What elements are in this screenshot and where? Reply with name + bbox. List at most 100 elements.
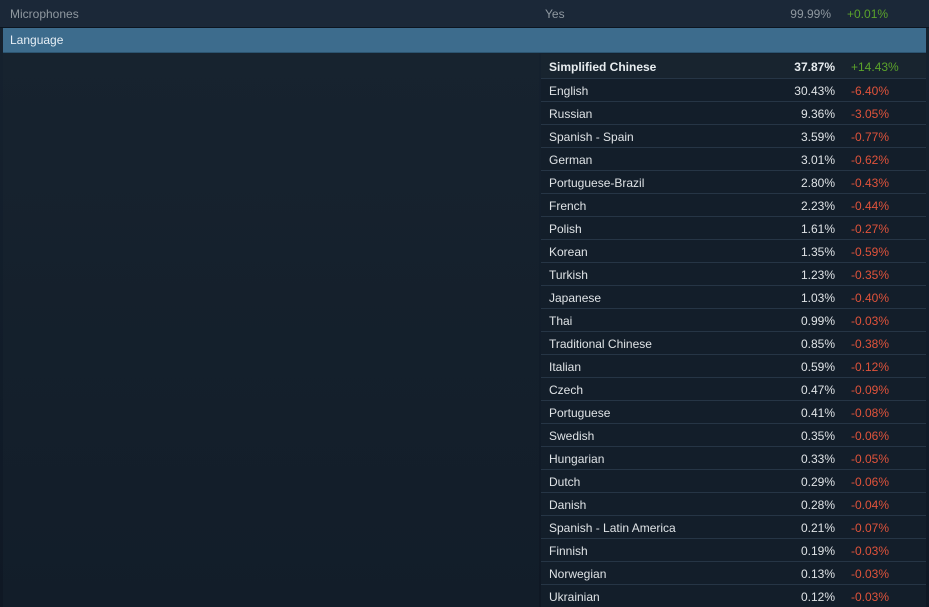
language-change: -0.77% bbox=[851, 130, 890, 144]
language-name: Portuguese-Brazil bbox=[549, 176, 645, 190]
language-name: Hungarian bbox=[549, 452, 605, 466]
language-percent: 0.85% bbox=[800, 337, 835, 351]
language-percent: 1.23% bbox=[800, 268, 835, 282]
microphones-row: Microphones Yes 99.99% +0.01% bbox=[0, 0, 929, 28]
table-row: Thai 0.99% -0.03% bbox=[541, 309, 926, 332]
language-change: -3.05% bbox=[851, 107, 890, 121]
table-row: Traditional Chinese 0.85% -0.38% bbox=[541, 332, 926, 355]
language-name: Spanish - Spain bbox=[549, 130, 634, 144]
language-percent: 0.12% bbox=[800, 590, 835, 604]
language-change: -0.03% bbox=[851, 567, 890, 581]
language-name: Thai bbox=[549, 314, 573, 328]
language-percent: 0.35% bbox=[800, 429, 835, 443]
table-row: Portuguese 0.41% -0.08% bbox=[541, 401, 926, 424]
language-name: Danish bbox=[549, 498, 587, 512]
language-name: Dutch bbox=[549, 475, 581, 489]
table-row: Danish 0.28% -0.04% bbox=[541, 493, 926, 516]
language-change: -0.05% bbox=[851, 452, 890, 466]
language-change: -0.43% bbox=[851, 176, 890, 190]
language-change: -0.12% bbox=[851, 360, 890, 374]
row-change: +0.01% bbox=[847, 7, 889, 21]
language-change: -0.08% bbox=[851, 406, 890, 420]
language-percent: 0.13% bbox=[800, 567, 835, 581]
language-percent: 0.29% bbox=[800, 475, 835, 489]
table-row: Swedish 0.35% -0.06% bbox=[541, 424, 926, 447]
language-change: -0.27% bbox=[851, 222, 890, 236]
table-row: Korean 1.35% -0.59% bbox=[541, 240, 926, 263]
language-name: Italian bbox=[549, 360, 582, 374]
language-change: -0.06% bbox=[851, 429, 890, 443]
language-percent: 37.87% bbox=[794, 60, 835, 74]
table-row: Czech 0.47% -0.09% bbox=[541, 378, 926, 401]
language-change: -0.04% bbox=[851, 498, 890, 512]
language-change: +14.43% bbox=[851, 60, 899, 74]
language-percent: 1.61% bbox=[800, 222, 835, 236]
table-row: German 3.01% -0.62% bbox=[541, 148, 926, 171]
language-percent: 0.59% bbox=[800, 360, 835, 374]
language-percent: 3.59% bbox=[800, 130, 835, 144]
language-percent: 0.19% bbox=[800, 544, 835, 558]
table-row: Russian 9.36% -3.05% bbox=[541, 102, 926, 125]
language-percent: 1.03% bbox=[800, 291, 835, 305]
language-change: -0.35% bbox=[851, 268, 890, 282]
language-change: -0.44% bbox=[851, 199, 890, 213]
language-name: Turkish bbox=[549, 268, 588, 282]
language-name: German bbox=[549, 153, 593, 167]
language-change: -0.03% bbox=[851, 544, 890, 558]
language-percent: 30.43% bbox=[794, 84, 835, 98]
table-row: Dutch 0.29% -0.06% bbox=[541, 470, 926, 493]
language-percent: 0.99% bbox=[800, 314, 835, 328]
language-change: -0.03% bbox=[851, 314, 890, 328]
language-name: Portuguese bbox=[549, 406, 611, 420]
language-percent: 3.01% bbox=[800, 153, 835, 167]
hardware-survey-page: Microphones Yes 99.99% +0.01% Language S… bbox=[0, 0, 929, 607]
table-row: Finnish 0.19% -0.03% bbox=[541, 539, 926, 562]
language-percent: 2.23% bbox=[800, 199, 835, 213]
language-name: Swedish bbox=[549, 429, 595, 443]
language-change: -0.03% bbox=[851, 590, 890, 604]
language-name: Ukrainian bbox=[549, 590, 600, 604]
language-percent: 9.36% bbox=[800, 107, 835, 121]
table-row: Japanese 1.03% -0.40% bbox=[541, 286, 926, 309]
language-percent: 1.35% bbox=[800, 245, 835, 259]
language-name: Polish bbox=[549, 222, 582, 236]
language-name: Czech bbox=[549, 383, 584, 397]
language-percent: 0.28% bbox=[800, 498, 835, 512]
language-change: -0.38% bbox=[851, 337, 890, 351]
language-change: -0.59% bbox=[851, 245, 890, 259]
section-title: Language bbox=[10, 33, 64, 47]
table-row: Spanish - Spain 3.59% -0.77% bbox=[541, 125, 926, 148]
language-name: Spanish - Latin America bbox=[549, 521, 676, 535]
table-row: Hungarian 0.33% -0.05% bbox=[541, 447, 926, 470]
language-name: Simplified Chinese bbox=[549, 60, 657, 74]
language-change: -0.09% bbox=[851, 383, 890, 397]
language-name: Norwegian bbox=[549, 567, 607, 581]
language-change: -0.40% bbox=[851, 291, 890, 305]
language-name: French bbox=[549, 199, 587, 213]
table-row: Norwegian 0.13% -0.03% bbox=[541, 562, 926, 585]
language-change: -6.40% bbox=[851, 84, 890, 98]
table-row: Spanish - Latin America 0.21% -0.07% bbox=[541, 516, 926, 539]
table-row: Italian 0.59% -0.12% bbox=[541, 355, 926, 378]
language-change: -0.06% bbox=[851, 475, 890, 489]
language-change: -0.07% bbox=[851, 521, 890, 535]
left-blank-panel bbox=[3, 53, 539, 607]
language-table: Simplified Chinese 37.87% +14.43% English 30… bbox=[541, 54, 926, 607]
table-row: Polish 1.61% -0.27% bbox=[541, 217, 926, 240]
table-row: Portuguese-Brazil 2.80% -0.43% bbox=[541, 171, 926, 194]
row-value: Yes bbox=[545, 7, 565, 21]
table-row: Turkish 1.23% -0.35% bbox=[541, 263, 926, 286]
language-percent: 0.21% bbox=[800, 521, 835, 535]
table-row: Ukrainian 0.12% -0.03% bbox=[541, 585, 926, 607]
language-name: Finnish bbox=[549, 544, 588, 558]
language-section-header[interactable]: Language bbox=[3, 28, 926, 53]
table-row: French 2.23% -0.44% bbox=[541, 194, 926, 217]
table-row: Simplified Chinese 37.87% +14.43% bbox=[541, 54, 926, 79]
row-category: Microphones bbox=[10, 7, 79, 21]
language-percent: 0.47% bbox=[800, 383, 835, 397]
table-row: English 30.43% -6.40% bbox=[541, 79, 926, 102]
language-percent: 0.41% bbox=[800, 406, 835, 420]
language-percent: 0.33% bbox=[800, 452, 835, 466]
language-change: -0.62% bbox=[851, 153, 890, 167]
language-name: Korean bbox=[549, 245, 588, 259]
